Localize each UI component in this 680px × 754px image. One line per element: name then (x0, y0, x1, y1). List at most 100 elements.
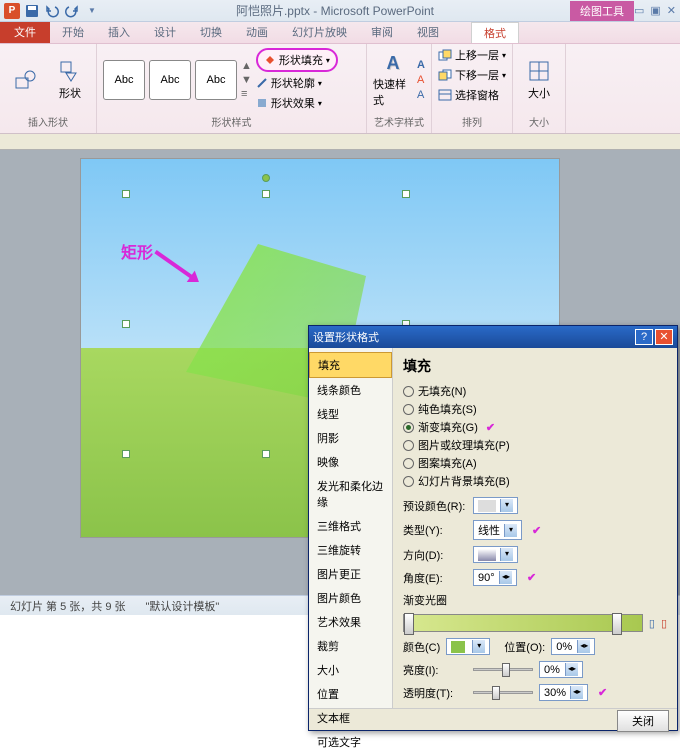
nav-size[interactable]: 大小 (309, 658, 392, 682)
radio-no-fill[interactable]: 无填充(N) (403, 382, 667, 400)
qat-more-icon[interactable]: ▼ (84, 3, 100, 19)
send-backward-button[interactable]: 下移一层▾ (438, 66, 506, 84)
radio-solid-fill[interactable]: 纯色填充(S) (403, 400, 667, 418)
nav-fill[interactable]: 填充 (309, 352, 392, 378)
resize-handle[interactable] (122, 190, 130, 198)
gradient-stops-bar[interactable] (403, 614, 643, 632)
radio-slidebg-fill[interactable]: 幻灯片背景填充(B) (403, 472, 667, 490)
text-outline-icon[interactable]: A (417, 74, 425, 86)
size-button[interactable]: 大小 (519, 55, 559, 105)
contextual-tab-label: 绘图工具 (570, 1, 634, 21)
dialog-close-icon[interactable]: ✕ (655, 329, 673, 345)
nav-line-style[interactable]: 线型 (309, 402, 392, 426)
close-button[interactable]: 关闭 (617, 710, 669, 732)
direction-combo[interactable]: ▾ (473, 546, 518, 563)
dialog-titlebar[interactable]: 设置形状格式 ? ✕ (309, 326, 677, 348)
add-stop-icon[interactable]: ▯ (649, 617, 655, 630)
remove-stop-icon[interactable]: ▯ (661, 617, 667, 630)
radio-picture-fill[interactable]: 图片或纹理填充(P) (403, 436, 667, 454)
style-gallery-down-icon[interactable]: ▼ (241, 74, 252, 86)
position-spinner[interactable]: 0%◂▸ (551, 638, 595, 655)
nav-3d-rotation[interactable]: 三维旋转 (309, 538, 392, 562)
tab-animations[interactable]: 动画 (234, 22, 280, 43)
tab-insert[interactable]: 插入 (96, 22, 142, 43)
maximize-icon[interactable]: ▣ (650, 4, 660, 17)
radio-pattern-fill[interactable]: 图案填充(A) (403, 454, 667, 472)
text-fill-icon[interactable]: A (417, 59, 425, 71)
quick-styles-button[interactable]: A 快速样式 (373, 55, 413, 105)
dialog-panel: 填充 无填充(N) 纯色填充(S) 渐变填充(G)✔ 图片或纹理填充(P) 图案… (393, 348, 677, 708)
template-name: "默认设计模板" (146, 598, 220, 614)
style-preset-1[interactable]: Abc (103, 60, 145, 100)
nav-3d-format[interactable]: 三维格式 (309, 514, 392, 538)
window-title: 阿恺照片.pptx - Microsoft PowerPoint (100, 2, 570, 19)
gradient-stop[interactable] (404, 613, 414, 635)
radio-gradient-fill[interactable]: 渐变填充(G)✔ (403, 418, 667, 436)
resize-handle[interactable] (262, 190, 270, 198)
preset-color-combo[interactable]: ▾ (473, 497, 518, 514)
nav-textbox[interactable]: 文本框 (309, 706, 392, 730)
angle-spinner[interactable]: 90°◂▸ (473, 569, 517, 586)
tab-review[interactable]: 审阅 (359, 22, 405, 43)
rotate-with-shape-checkbox[interactable]: ✔ 与形状一起旋转(W) (403, 704, 667, 708)
resize-handle[interactable] (402, 190, 410, 198)
stop-color-combo[interactable]: ▾ (446, 638, 490, 655)
nav-artistic[interactable]: 艺术效果 (309, 610, 392, 634)
minimize-icon[interactable]: ▭ (634, 4, 644, 17)
rotate-handle[interactable] (262, 174, 270, 182)
nav-position[interactable]: 位置 (309, 682, 392, 706)
dialog-help-icon[interactable]: ? (635, 329, 653, 345)
redo-icon[interactable] (64, 3, 80, 19)
tab-design[interactable]: 设计 (142, 22, 188, 43)
nav-shadow[interactable]: 阴影 (309, 426, 392, 450)
style-preset-3[interactable]: Abc (195, 60, 237, 100)
nav-line-color[interactable]: 线条颜色 (309, 378, 392, 402)
shape-fill-button[interactable]: 形状填充 ▾ (256, 48, 338, 72)
brightness-slider[interactable] (473, 668, 533, 671)
nav-picture-correct[interactable]: 图片更正 (309, 562, 392, 586)
gradient-stop[interactable] (612, 613, 622, 635)
shapes-button[interactable]: 形状 (50, 55, 90, 105)
ribbon-tabs: 文件 开始 插入 设计 切换 动画 幻灯片放映 审阅 视图 格式 (0, 22, 680, 44)
undo-icon[interactable] (44, 3, 60, 19)
panel-title: 填充 (403, 356, 667, 376)
shape-effects-button[interactable]: 形状效果▾ (256, 94, 338, 112)
tab-home[interactable]: 开始 (50, 22, 96, 43)
nav-alt-text[interactable]: 可选文字 (309, 730, 392, 754)
ribbon: 形状 插入形状 Abc Abc Abc ▲ ▼ ≡ 形状填充 ▾ (0, 44, 680, 134)
style-gallery-up-icon[interactable]: ▲ (241, 60, 252, 72)
ruler (0, 134, 680, 150)
style-preset-2[interactable]: Abc (149, 60, 191, 100)
tab-format[interactable]: 格式 (471, 22, 519, 43)
dialog-title: 设置形状格式 (313, 329, 379, 345)
annotation-check-icon: ✔ (598, 686, 607, 699)
close-icon[interactable]: ✕ (667, 4, 676, 17)
brightness-spinner[interactable]: 0%◂▸ (539, 661, 583, 678)
selection-pane-button[interactable]: 选择窗格 (438, 86, 499, 104)
nav-glow[interactable]: 发光和柔化边缘 (309, 474, 392, 514)
group-shape-styles: Abc Abc Abc ▲ ▼ ≡ 形状填充 ▾ 形状轮廓▾ (97, 44, 367, 133)
text-effects-icon[interactable]: A (417, 89, 425, 101)
group-arrange: 上移一层▾ 下移一层▾ 选择窗格 排列 (432, 44, 513, 133)
tab-transitions[interactable]: 切换 (188, 22, 234, 43)
dialog-nav: 填充 线条颜色 线型 阴影 映像 发光和柔化边缘 三维格式 三维旋转 图片更正 … (309, 348, 393, 708)
resize-handle[interactable] (122, 320, 130, 328)
title-bar: P ▼ 阿恺照片.pptx - Microsoft PowerPoint 绘图工… (0, 0, 680, 22)
file-tab[interactable]: 文件 (0, 22, 50, 43)
edit-shape-button[interactable] (6, 55, 46, 105)
nav-crop[interactable]: 裁剪 (309, 634, 392, 658)
transparency-spinner[interactable]: 30%◂▸ (539, 684, 588, 701)
group-size: 大小 大小 (513, 44, 566, 133)
nav-reflection[interactable]: 映像 (309, 450, 392, 474)
transparency-slider[interactable] (473, 691, 533, 694)
nav-picture-color[interactable]: 图片颜色 (309, 586, 392, 610)
resize-handle[interactable] (262, 450, 270, 458)
type-combo[interactable]: 线性▾ (473, 520, 522, 540)
resize-handle[interactable] (122, 450, 130, 458)
tab-view[interactable]: 视图 (405, 22, 451, 43)
shape-outline-button[interactable]: 形状轮廓▾ (256, 74, 338, 92)
style-gallery-more-icon[interactable]: ≡ (241, 88, 252, 100)
bring-forward-button[interactable]: 上移一层▾ (438, 46, 506, 64)
save-icon[interactable] (24, 3, 40, 19)
tab-slideshow[interactable]: 幻灯片放映 (280, 22, 359, 43)
